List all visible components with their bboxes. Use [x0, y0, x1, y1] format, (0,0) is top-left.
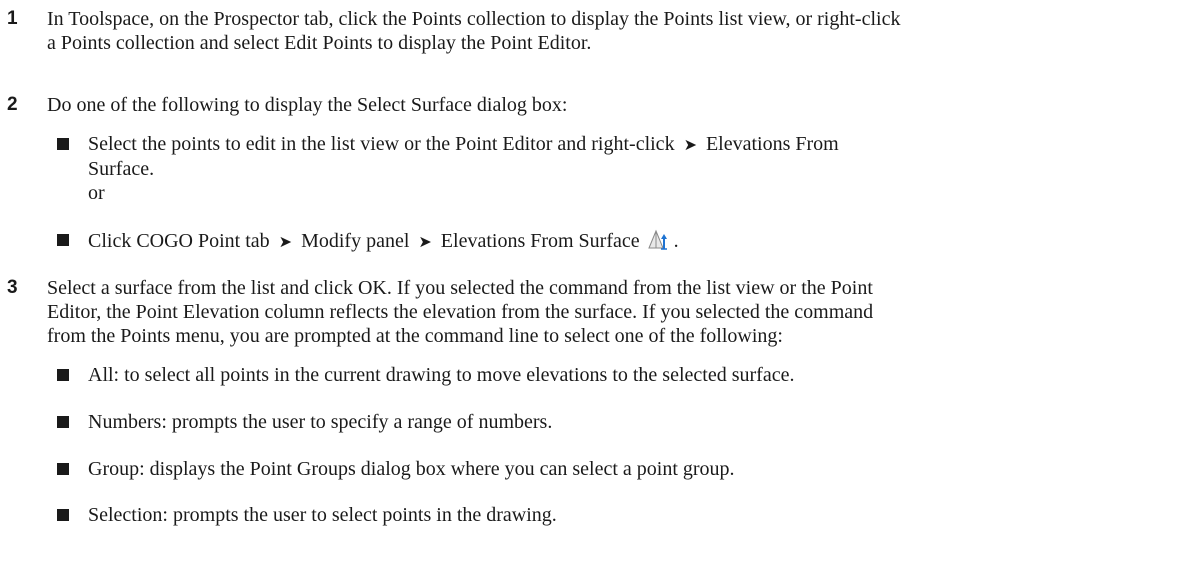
elevations-from-surface-icon: [647, 228, 669, 250]
list-item-text-part: Elevations From: [705, 133, 839, 155]
bullet-square: [57, 138, 69, 150]
bullet-square: [57, 369, 69, 381]
list-item-text: Selection: prompts the user to select po…: [88, 504, 557, 526]
step-text: Select a surface from the list and click…: [47, 276, 1197, 348]
step-line: from the Points menu, you are prompted a…: [47, 325, 783, 347]
list-item-text-part: Select the points to edit in the list vi…: [88, 133, 675, 155]
step-line: In Toolspace, on the Prospector tab, cli…: [47, 8, 901, 30]
list-item-text: Numbers: prompts the user to specify a r…: [88, 411, 553, 433]
bullet-square: [57, 416, 69, 428]
list-item-text: Click COGO Point tab ➤ Modify panel ➤ El…: [88, 228, 1178, 254]
step-number: 1: [7, 8, 18, 29]
list-item-text-part: .: [673, 230, 679, 252]
step-line: a Points collection and select Edit Poin…: [47, 32, 592, 54]
list-item-text: Select the points to edit in the list vi…: [88, 132, 1178, 205]
list-item-text: Group: displays the Point Groups dialog …: [88, 458, 735, 480]
list-item-text: All: to select all points in the current…: [88, 364, 795, 386]
step-line: Select a surface from the list and click…: [47, 277, 873, 299]
bullet-square: [57, 234, 69, 246]
step-line: Editor, the Point Elevation column refle…: [47, 301, 874, 323]
list-item-line: Surface.: [88, 158, 155, 180]
list-item-text-part: Click COGO Point tab: [88, 230, 270, 252]
list-item-line: Select the points to edit in the list vi…: [88, 132, 1178, 157]
menu-arrow-icon: ➤: [418, 232, 432, 251]
step-number: 2: [7, 94, 18, 115]
bullet-square: [57, 509, 69, 521]
list-item-text-part: Modify panel: [301, 230, 410, 252]
step-number: 3: [7, 277, 18, 298]
bullet-square: [57, 463, 69, 475]
menu-arrow-icon: ➤: [278, 232, 293, 251]
list-item-text-part: Elevations From Surface: [440, 230, 640, 252]
step-text: In Toolspace, on the Prospector tab, cli…: [47, 7, 1197, 55]
step-text: Do one of the following to display the S…: [47, 94, 568, 116]
menu-arrow-icon: ➤: [683, 135, 697, 154]
or-label: or: [88, 182, 105, 204]
